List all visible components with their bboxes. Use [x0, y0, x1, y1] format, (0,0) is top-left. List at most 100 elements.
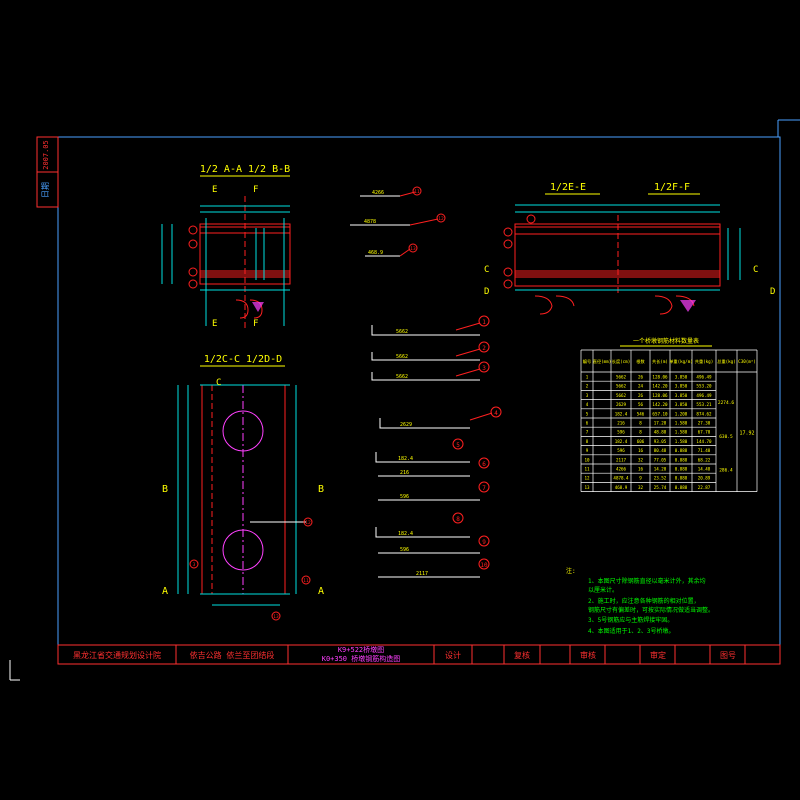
schedule-cell: 22.87: [698, 485, 711, 490]
schedule-cell: 48.88: [654, 430, 667, 435]
schedule-cell: 32: [638, 485, 644, 490]
schedule-cell: 1.580: [675, 439, 688, 444]
schedule-cell: 596: [617, 430, 625, 435]
schedule-total-2: 286.4: [719, 467, 733, 473]
bar-label-4: 2629: [400, 422, 412, 428]
schedule-cell: 4: [586, 402, 589, 407]
notes-head: 注:: [566, 567, 576, 575]
material-schedule: 一个桥墩钢筋材料数量表 编号 直径(mm) 长度(cm) 根数 共长(m) 单重(kg/m…: [580, 337, 758, 492]
schedule-cell: 68.22: [698, 457, 711, 462]
schedule-cell: 4266: [616, 467, 627, 472]
note-line-2: 以厘米计。: [588, 586, 618, 594]
schedule-cell: 553.20: [696, 384, 712, 389]
view-ef-title-right: 1/2F-F: [654, 182, 690, 193]
schedule-cell: 182.4: [615, 411, 628, 416]
schedule-cell: 80.48: [654, 448, 667, 453]
schedule-cell: 216: [617, 421, 625, 426]
schedule-cell: 0.888: [675, 448, 688, 453]
bar-label-9: 596: [400, 547, 409, 553]
schedule-cell: 3.850: [675, 393, 688, 398]
callout-6: 6: [482, 461, 486, 468]
schedule-cell: 26: [638, 375, 644, 380]
schedule-cell: 3.850: [675, 384, 688, 389]
schedule-cell: 606: [637, 439, 645, 444]
schedule-cell: 2: [586, 384, 589, 389]
callout-circles-ab: [188, 225, 198, 289]
schedule-cell: 14.20: [654, 467, 667, 472]
schedule-cell: 128.06: [652, 393, 668, 398]
schedule-cell: 596: [617, 448, 625, 453]
callout-8: 8: [456, 516, 460, 523]
bar-label-2: 5662: [396, 354, 408, 360]
schedule-cell: 144.70: [696, 439, 712, 444]
callout-4: 4: [494, 410, 498, 417]
schedule-cell: 182.4: [615, 439, 628, 444]
callout-5: 5: [456, 442, 460, 449]
schedule-cell: 11: [584, 467, 590, 472]
schedule-cell: 27.30: [698, 421, 711, 426]
schedule-cell: 12: [584, 476, 590, 481]
side-tab: 2007.05 日期: [36, 136, 59, 208]
schedule-header-8: C30(m³): [738, 359, 756, 364]
schedule-cell: 4878.4: [613, 476, 629, 481]
label-review: 复核: [514, 650, 530, 660]
schedule-grid: 编号 直径(mm) 长度(cm) 根数 共长(m) 单重(kg/m) 共重(kg) 总重(kg…: [580, 349, 758, 492]
schedule-cell: 93.05: [654, 439, 667, 444]
view-ef-title-left: 1/2E-E: [550, 182, 586, 193]
cut-label-b-right: B: [318, 484, 324, 495]
schedule-cell: 32: [638, 457, 644, 462]
schedule-cell: 496.49: [696, 393, 712, 398]
schedule-cell: 657.10: [652, 411, 668, 416]
project-name: 依吉公路 依兰至团结段: [190, 650, 275, 660]
schedule-total-1: 630.5: [719, 434, 733, 440]
cut-label-a-left: A: [162, 586, 168, 597]
schedule-cell: 14.48: [698, 467, 711, 472]
cut-label-e-bottom: E: [212, 319, 217, 329]
schedule-cell: 1.580: [675, 430, 688, 435]
drawing-station-1: K9+522桥墩图: [338, 645, 384, 654]
drawing-station-2: K0+350 桥墩钢筋构造图: [322, 654, 401, 663]
bar-label-1: 5662: [396, 329, 408, 335]
notes-block: 注: 1、本图尺寸除钢筋直径以毫米计外，其余均 以厘米计。 2、施工时，应注意各…: [566, 567, 714, 635]
schedule-header-6: 共重(kg): [695, 358, 713, 365]
callout-10: 10: [480, 562, 488, 569]
schedule-cell: 6: [586, 421, 589, 426]
schedule-cell: 1: [586, 375, 589, 380]
section-view-cd: 1/2C-C 1/2D-D B B A A C: [162, 354, 324, 621]
schedule-cell: 16: [638, 467, 644, 472]
schedule-cell: 8: [586, 439, 589, 444]
callout-number: 11: [303, 578, 309, 584]
schedule-header-1: 直径(mm): [593, 358, 611, 364]
schedule-cell: 2117: [616, 457, 627, 462]
bar-label-b11: 4266: [372, 190, 384, 196]
callout-number: 12: [305, 520, 311, 526]
bar-label-b12: 4878: [364, 219, 376, 225]
cut-label-f-top: F: [253, 185, 258, 195]
schedule-cell: 8: [639, 430, 642, 435]
cut-label-e-top: E: [212, 185, 217, 195]
note-line-6: 4、本图适用于1、2、3号桥墩。: [588, 627, 674, 635]
note-line-3: 2、施工时，应注意各种钢筋的相对位置，: [588, 597, 700, 605]
label-check: 审核: [580, 650, 596, 660]
schedule-cell: 71.48: [698, 448, 711, 453]
cut-label-c-right: C: [753, 265, 758, 275]
schedule-cell: 0.888: [675, 467, 688, 472]
schedule-cell: 26: [638, 393, 644, 398]
schedule-cell: 468.9: [615, 485, 628, 490]
callout-2: 2: [482, 345, 486, 352]
schedule-cell: 5662: [616, 375, 627, 380]
schedule-cell: 0.888: [675, 476, 688, 481]
note-line-5: 3、5号钢筋应与主筋焊接牢固。: [588, 616, 673, 624]
schedule-cell: 16: [638, 448, 644, 453]
schedule-cell: 142.20: [652, 384, 668, 389]
section-view-ab: 1/2 A-A 1/2 B-B E F E F: [161, 164, 291, 330]
bar-label-5: 182.4: [398, 456, 413, 462]
schedule-cell: 20.89: [698, 476, 711, 481]
callout-number: 13: [273, 614, 279, 620]
schedule-cell: 1.580: [675, 421, 688, 426]
callout-number: 13: [410, 246, 416, 252]
label-design: 设计: [445, 650, 461, 660]
cut-label-c-top: C: [216, 378, 221, 388]
schedule-cell: 25.74: [654, 485, 667, 490]
schedule-cell: 9: [639, 476, 642, 481]
